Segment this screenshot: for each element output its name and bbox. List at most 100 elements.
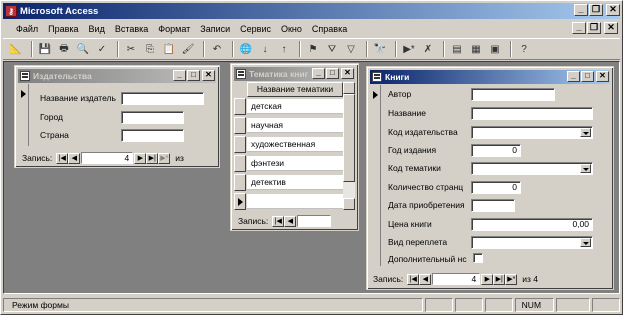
price-field[interactable]: 0,00 bbox=[471, 218, 593, 231]
record-selector[interactable] bbox=[370, 85, 381, 266]
spell-check-icon[interactable]: ✓ bbox=[94, 41, 110, 57]
menu-file[interactable]: Файл bbox=[11, 24, 43, 34]
print-icon[interactable]: 🖶 bbox=[56, 41, 72, 57]
new-record-nav-button[interactable]: ▶* bbox=[158, 152, 171, 164]
menu-insert[interactable]: Вставка bbox=[110, 24, 153, 34]
list-item[interactable]: фэнтези bbox=[234, 155, 343, 172]
year-field[interactable]: 0 bbox=[471, 144, 521, 157]
next-record-button[interactable]: ▶ bbox=[134, 152, 147, 164]
topics-maximize-button[interactable]: □ bbox=[326, 68, 339, 79]
prev-record-button[interactable]: ◀ bbox=[284, 215, 297, 227]
topic-cell-new[interactable] bbox=[247, 194, 343, 209]
prev-record-button[interactable]: ◀ bbox=[419, 273, 432, 285]
menu-format[interactable]: Формат bbox=[153, 24, 195, 34]
last-record-button[interactable]: ▶| bbox=[493, 273, 506, 285]
topics-close-button[interactable]: ✕ bbox=[341, 68, 354, 79]
new-object-icon[interactable]: ▣ bbox=[487, 41, 503, 57]
city-field[interactable] bbox=[121, 111, 184, 124]
topics-form-titlebar[interactable]: Тематика книг _ □ ✕ bbox=[234, 67, 355, 81]
menu-edit[interactable]: Правка bbox=[43, 24, 83, 34]
delete-record-icon[interactable]: ✗ bbox=[420, 41, 436, 57]
purchase-date-field[interactable] bbox=[471, 199, 515, 212]
menu-tools[interactable]: Сервис bbox=[235, 24, 276, 34]
publishers-form-titlebar[interactable]: Издательства _ □ ✕ bbox=[18, 69, 216, 83]
menu-records[interactable]: Записи bbox=[195, 24, 235, 34]
publishers-close-button[interactable]: ✕ bbox=[202, 70, 215, 81]
chevron-down-icon[interactable] bbox=[580, 164, 591, 173]
book-title-field[interactable] bbox=[471, 107, 593, 120]
cut-icon[interactable]: ✂ bbox=[123, 41, 139, 57]
books-maximize-button[interactable]: □ bbox=[581, 71, 594, 82]
pages-field[interactable]: 0 bbox=[471, 181, 521, 194]
topics-minimize-button[interactable]: _ bbox=[312, 68, 325, 79]
books-minimize-button[interactable]: _ bbox=[567, 71, 580, 82]
topic-name-column-header[interactable]: Название тематики bbox=[247, 82, 343, 97]
vertical-scrollbar[interactable] bbox=[343, 82, 355, 210]
list-item[interactable]: научная bbox=[234, 117, 343, 134]
close-button[interactable]: ✕ bbox=[606, 4, 620, 16]
print-preview-icon[interactable]: 🔍 bbox=[75, 41, 91, 57]
record-selector[interactable] bbox=[18, 84, 29, 146]
topic-cell[interactable]: детская bbox=[247, 99, 343, 114]
topic-cell[interactable]: фэнтези bbox=[247, 156, 343, 171]
sort-ascending-icon[interactable]: ↓ bbox=[257, 41, 273, 57]
next-record-button[interactable]: ▶ bbox=[481, 273, 494, 285]
list-item[interactable]: художественная bbox=[234, 136, 343, 153]
menu-view[interactable]: Вид bbox=[84, 24, 110, 34]
undo-icon[interactable]: ↶ bbox=[209, 41, 225, 57]
scroll-thumb[interactable] bbox=[343, 94, 355, 182]
new-record-nav-button[interactable]: ▶* bbox=[505, 273, 518, 285]
author-field[interactable] bbox=[471, 88, 555, 101]
publisher-code-combo[interactable] bbox=[471, 126, 593, 139]
prev-record-button[interactable]: ◀ bbox=[68, 152, 81, 164]
list-item[interactable]: детектив bbox=[234, 174, 343, 191]
extra-checkbox[interactable] bbox=[473, 253, 483, 263]
publisher-name-field[interactable] bbox=[121, 92, 204, 105]
menu-window[interactable]: Окно bbox=[276, 24, 307, 34]
topic-code-combo[interactable] bbox=[471, 162, 593, 175]
save-icon[interactable]: 💾 bbox=[37, 41, 53, 57]
mdi-close-button[interactable]: ✕ bbox=[604, 22, 618, 34]
topic-cell[interactable]: детектив bbox=[247, 175, 343, 190]
books-form-titlebar[interactable]: Книги _ □ ✕ bbox=[370, 70, 610, 84]
database-window-icon[interactable]: ▦ bbox=[468, 41, 484, 57]
new-record-row[interactable] bbox=[234, 193, 343, 210]
first-record-button[interactable]: |◀ bbox=[407, 273, 420, 285]
record-number-field[interactable]: 4 bbox=[81, 152, 134, 164]
copy-icon[interactable]: ⎘ bbox=[142, 41, 158, 57]
topic-cell[interactable]: научная bbox=[247, 118, 343, 133]
binding-combo[interactable] bbox=[471, 236, 593, 249]
scroll-up-button[interactable] bbox=[343, 82, 355, 94]
first-record-button[interactable]: |◀ bbox=[56, 152, 69, 164]
apply-filter-icon[interactable]: ▽ bbox=[343, 41, 359, 57]
list-item[interactable]: детская bbox=[234, 98, 343, 115]
restore-button[interactable]: ❐ bbox=[589, 4, 603, 16]
mdi-minimize-button[interactable]: _ bbox=[572, 22, 586, 34]
record-number-field[interactable] bbox=[297, 215, 332, 227]
country-field[interactable] bbox=[121, 129, 184, 142]
menu-help[interactable]: Справка bbox=[307, 24, 352, 34]
properties-icon[interactable]: ▤ bbox=[449, 41, 465, 57]
help-icon[interactable]: ? bbox=[516, 41, 532, 57]
record-number-field[interactable]: 4 bbox=[432, 273, 481, 285]
scroll-down-button[interactable] bbox=[343, 198, 355, 210]
last-record-button[interactable]: ▶| bbox=[146, 152, 159, 164]
minimize-button[interactable]: _ bbox=[574, 4, 588, 16]
paste-icon[interactable]: 📋 bbox=[161, 41, 177, 57]
books-close-button[interactable]: ✕ bbox=[596, 71, 609, 82]
sort-descending-icon[interactable]: ↑ bbox=[276, 41, 292, 57]
new-record-icon[interactable]: ▶* bbox=[401, 41, 417, 57]
publishers-maximize-button[interactable]: □ bbox=[187, 70, 200, 81]
topic-cell[interactable]: художественная bbox=[247, 137, 343, 152]
filter-by-selection-icon[interactable]: ⚑ bbox=[305, 41, 321, 57]
mdi-restore-button[interactable]: ❐ bbox=[587, 22, 601, 34]
find-icon[interactable]: 🔭 bbox=[372, 41, 388, 57]
chevron-down-icon[interactable] bbox=[580, 128, 591, 137]
publishers-minimize-button[interactable]: _ bbox=[173, 70, 186, 81]
design-view-icon[interactable]: 📐 bbox=[8, 41, 24, 57]
chevron-down-icon[interactable] bbox=[580, 238, 591, 247]
format-painter-icon[interactable]: 🖌 bbox=[180, 41, 196, 57]
hyperlink-icon[interactable]: 🌐 bbox=[238, 41, 254, 57]
filter-by-form-icon[interactable]: ⛛ bbox=[324, 41, 340, 57]
first-record-button[interactable]: |◀ bbox=[272, 215, 285, 227]
